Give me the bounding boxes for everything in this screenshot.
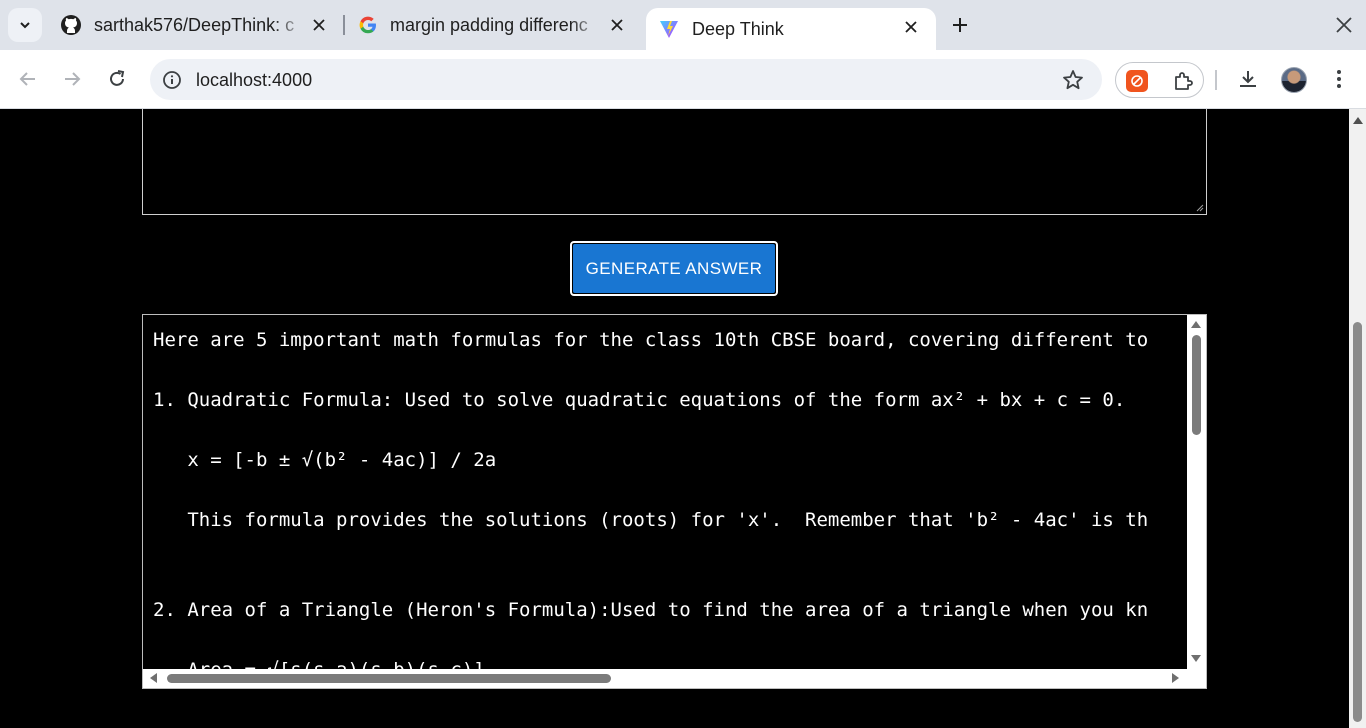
tab-title: sarthak576/DeepThink: c <box>94 14 295 35</box>
downloads-button[interactable] <box>1233 64 1263 94</box>
answer-line: 2. Area of a Triangle (Heron's Formula):… <box>153 599 1149 621</box>
answer-line <box>153 625 1185 655</box>
answer-line <box>153 565 1185 595</box>
generate-answer-button[interactable]: GENERATE ANSWER <box>570 241 778 296</box>
answer-line <box>153 475 1185 505</box>
answer-line: Here are 5 important math formulas for t… <box>153 329 1149 351</box>
page-vertical-scrollbar[interactable] <box>1349 109 1366 728</box>
new-tab-button[interactable] <box>944 9 976 41</box>
scroll-up-arrow-icon[interactable] <box>1352 114 1364 126</box>
blocker-extension-icon[interactable] <box>1126 70 1148 92</box>
arrow-left-icon <box>19 72 35 86</box>
extensions-group <box>1115 62 1204 98</box>
answer-line <box>153 355 1185 385</box>
answer-line: x = [-b ± √(b² - 4ac)] / 2a <box>153 449 497 471</box>
scrollbar-thumb[interactable] <box>1192 335 1201 435</box>
close-icon <box>1336 17 1352 33</box>
github-icon <box>61 15 81 35</box>
generate-answer-label: GENERATE ANSWER <box>573 244 775 293</box>
answer-line: This formula provides the solutions (roo… <box>153 509 1149 531</box>
reload-button[interactable] <box>102 64 132 94</box>
question-textarea[interactable] <box>142 109 1207 215</box>
browser-toolbar: localhost:4000 <box>0 50 1366 109</box>
address-bar[interactable]: localhost:4000 <box>150 59 1102 100</box>
answer-vertical-scrollbar[interactable] <box>1187 315 1206 670</box>
download-icon <box>1240 71 1256 87</box>
answer-line <box>153 415 1185 445</box>
profile-avatar[interactable] <box>1281 67 1307 93</box>
back-button[interactable] <box>13 64 43 94</box>
bookmark-star-icon[interactable] <box>1060 67 1086 93</box>
resize-handle-icon[interactable] <box>1196 204 1204 212</box>
page-content: GENERATE ANSWER Here are 5 important mat… <box>0 109 1349 728</box>
scroll-left-arrow-icon[interactable] <box>147 672 159 684</box>
tab-search-button[interactable] <box>8 8 42 42</box>
toolbar-divider <box>1215 70 1217 90</box>
plus-icon <box>953 18 967 32</box>
tab-strip: sarthak576/DeepThink: c margin padding d… <box>0 0 1366 50</box>
forward-button[interactable] <box>57 64 87 94</box>
close-tab-icon[interactable] <box>308 14 330 36</box>
answer-text: Here are 5 important math formulas for t… <box>153 325 1185 671</box>
google-icon <box>359 16 376 34</box>
close-tab-icon[interactable] <box>606 14 628 36</box>
site-info-icon[interactable] <box>160 68 184 92</box>
answer-horizontal-scrollbar[interactable] <box>143 669 1206 688</box>
tab-divider <box>343 15 345 35</box>
scroll-up-arrow-icon[interactable] <box>1190 318 1202 330</box>
scroll-down-arrow-icon[interactable] <box>1190 653 1202 665</box>
scrollbar-thumb[interactable] <box>167 674 611 683</box>
tab-title: margin padding differenc <box>390 14 588 35</box>
url-text[interactable]: localhost:4000 <box>196 70 312 91</box>
tab-deep-think[interactable]: Deep Think <box>646 8 936 50</box>
close-tab-icon[interactable] <box>900 16 922 38</box>
answer-output-box[interactable]: Here are 5 important math formulas for t… <box>142 314 1207 689</box>
arrow-right-icon <box>65 72 81 86</box>
tab-github[interactable]: sarthak576/DeepThink: c <box>48 6 344 44</box>
answer-line <box>153 535 1185 565</box>
puzzle-extensions-icon[interactable] <box>1170 68 1196 94</box>
reload-icon <box>110 70 125 86</box>
chevron-down-icon <box>20 22 30 29</box>
close-window-button[interactable] <box>1330 10 1358 40</box>
answer-line: 1. Quadratic Formula: Used to solve quad… <box>153 389 1126 411</box>
tab-google[interactable]: margin padding differenc <box>346 6 642 44</box>
tab-title: Deep Think <box>692 18 784 39</box>
vite-icon <box>660 21 678 38</box>
scroll-right-arrow-icon[interactable] <box>1170 672 1182 684</box>
scrollbar-thumb[interactable] <box>1353 322 1362 722</box>
menu-button[interactable] <box>1324 64 1354 94</box>
more-vertical-icon <box>1337 70 1341 88</box>
